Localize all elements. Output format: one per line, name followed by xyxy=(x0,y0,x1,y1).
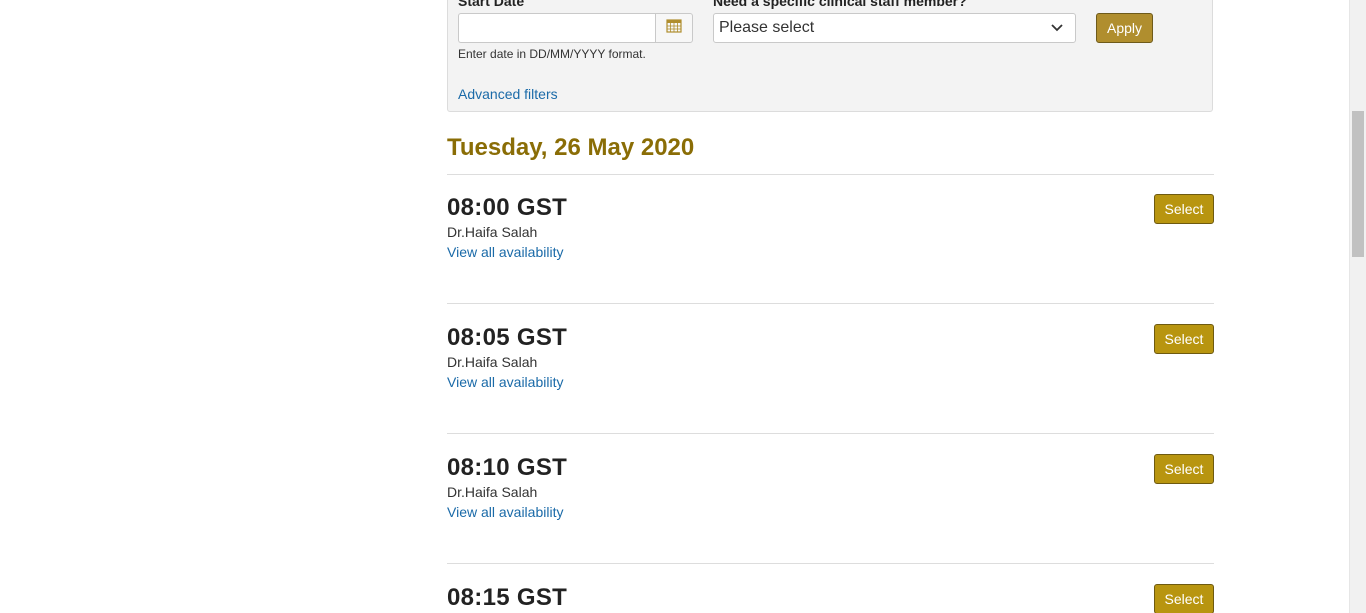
clinician-select-value: Please select xyxy=(719,19,815,36)
time-slot: 08:00 GST Dr.Haifa Salah View all availa… xyxy=(447,194,1214,304)
select-slot-button[interactable]: Select xyxy=(1154,454,1214,484)
select-slot-button[interactable]: Select xyxy=(1154,194,1214,224)
booking-page: Start Date Enter date in DD/MM/YYYY form… xyxy=(0,0,1366,613)
slot-doctor: Dr.Haifa Salah xyxy=(447,354,538,370)
time-slot: 08:15 GST Select xyxy=(447,584,1214,613)
select-slot-button[interactable]: Select xyxy=(1154,584,1214,613)
time-slot: 08:10 GST Dr.Haifa Salah View all availa… xyxy=(447,454,1214,564)
day-heading: Tuesday, 26 May 2020 xyxy=(447,134,695,161)
clinician-label: Need a specific clinical staff member? xyxy=(713,0,967,9)
clinician-select[interactable]: Please select xyxy=(713,13,1076,43)
date-format-hint: Enter date in DD/MM/YYYY format. xyxy=(458,47,646,61)
slot-time: 08:00 GST xyxy=(447,194,568,221)
start-date-field-group xyxy=(458,13,693,43)
view-availability-link[interactable]: View all availability xyxy=(447,374,563,390)
page-scrollbar[interactable] xyxy=(1349,0,1366,613)
calendar-icon xyxy=(666,18,682,38)
view-availability-link[interactable]: View all availability xyxy=(447,504,563,520)
slot-time: 08:05 GST xyxy=(447,324,568,351)
scrollbar-thumb[interactable] xyxy=(1352,111,1364,257)
select-slot-button[interactable]: Select xyxy=(1154,324,1214,354)
view-availability-link[interactable]: View all availability xyxy=(447,244,563,260)
time-slot: 08:05 GST Dr.Haifa Salah View all availa… xyxy=(447,324,1214,434)
divider xyxy=(447,303,1214,304)
start-date-input[interactable] xyxy=(458,13,655,43)
slot-time: 08:15 GST xyxy=(447,584,568,611)
chevron-down-icon xyxy=(1051,19,1063,37)
start-date-label: Start Date xyxy=(458,0,525,9)
divider xyxy=(447,563,1214,564)
divider xyxy=(447,433,1214,434)
apply-button[interactable]: Apply xyxy=(1096,13,1153,43)
slot-doctor: Dr.Haifa Salah xyxy=(447,224,538,240)
filter-panel: Start Date Enter date in DD/MM/YYYY form… xyxy=(447,0,1213,112)
calendar-button[interactable] xyxy=(655,13,693,43)
slot-doctor: Dr.Haifa Salah xyxy=(447,484,538,500)
slot-time: 08:10 GST xyxy=(447,454,568,481)
divider xyxy=(447,174,1214,175)
advanced-filters-link[interactable]: Advanced filters xyxy=(458,86,558,102)
